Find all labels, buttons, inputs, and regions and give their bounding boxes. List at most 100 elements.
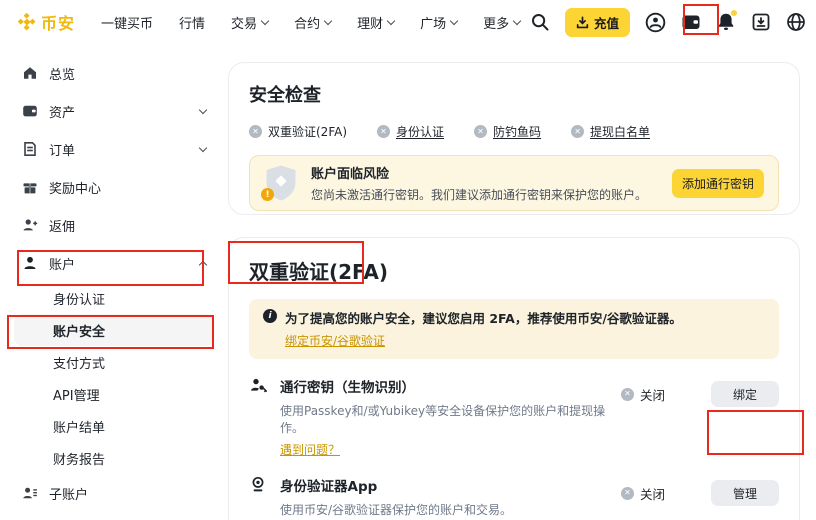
- security-check-item-antiphishing[interactable]: ✕ 防钓鱼码: [474, 123, 541, 140]
- sidebar-item-label: 奖励中心: [49, 178, 206, 197]
- home-icon: [22, 65, 38, 81]
- status-off-icon: ✕: [249, 125, 262, 138]
- authenticator-app-icon: [249, 476, 267, 494]
- sidebar-item-overview[interactable]: 总览: [0, 54, 228, 92]
- language-globe-icon[interactable]: [786, 12, 806, 32]
- chevron-down-icon: [199, 143, 207, 151]
- referral-person-plus-icon: [22, 217, 38, 233]
- warning-exclamation-icon: !: [261, 188, 274, 201]
- orders-icon: [22, 141, 38, 157]
- sidebar-item-assets[interactable]: 资产: [0, 92, 228, 130]
- main-content: 安全检查 ✕ 双重验证(2FA) ✕ 身份认证 ✕ 防钓鱼码 ✕ 提现白名单: [228, 44, 800, 520]
- row-text: 通行密钥（生物识别） 使用Passkey和/或Yubikey等安全设备保护您的账…: [280, 376, 621, 458]
- risk-warning-description: 您尚未激活通行密钥。我们建议添加通行密钥来保护您的账户。: [311, 186, 659, 203]
- menu-label: 一键买币: [101, 13, 153, 32]
- chevron-down-icon: [450, 16, 458, 24]
- sidebar-item-referral[interactable]: 返佣: [0, 206, 228, 244]
- menu-item-trade[interactable]: 交易: [231, 13, 268, 32]
- sidebar-subitem-identity-verification[interactable]: 身份认证: [14, 282, 214, 314]
- sidebar-subitem-account-statement[interactable]: 账户结单: [14, 410, 214, 442]
- sidebar-item-rewards-hub[interactable]: 奖励中心: [0, 168, 228, 206]
- passkey-icon: [249, 377, 267, 395]
- menu-label: 合约: [294, 13, 320, 32]
- row-text: 身份验证器App 使用币安/谷歌验证器保护您的账户和交易。: [280, 475, 621, 518]
- sidebar-subitem-label: 身份认证: [53, 289, 105, 308]
- download-app-icon[interactable]: [751, 12, 771, 32]
- chevron-down-icon: [261, 16, 269, 24]
- row-title: 身份验证器App: [280, 475, 621, 495]
- status-off-icon: ✕: [474, 125, 487, 138]
- main-menu: 一键买币 行情 交易 合约 理财 广场 更多: [101, 13, 520, 32]
- security-check-item-withdrawal-whitelist[interactable]: ✕ 提现白名单: [571, 123, 650, 140]
- assets-wallet-icon: [22, 103, 38, 119]
- menu-item-buy-crypto[interactable]: 一键买币: [101, 13, 153, 32]
- brand-name: 币安: [41, 10, 75, 34]
- chevron-up-icon: [199, 260, 207, 268]
- status-off-icon: ✕: [621, 487, 634, 500]
- bind-authenticator-link[interactable]: 绑定币安/谷歌验证: [285, 332, 385, 349]
- info-icon: i: [263, 309, 277, 323]
- menu-item-more[interactable]: 更多: [483, 13, 520, 32]
- security-check-item-2fa[interactable]: ✕ 双重验证(2FA): [249, 123, 347, 140]
- chevron-down-icon: [199, 105, 207, 113]
- menu-label: 交易: [231, 13, 257, 32]
- sidebar-item-label: 订单: [49, 140, 189, 159]
- security-check-label: 身份认证: [396, 123, 444, 140]
- sidebar-subitem-api-management[interactable]: API管理: [14, 378, 214, 410]
- sidebar-subitem-payment-methods[interactable]: 支付方式: [14, 346, 214, 378]
- search-icon[interactable]: [530, 12, 550, 32]
- manage-authenticator-button[interactable]: 管理: [711, 480, 779, 506]
- rewards-gift-icon: [22, 179, 38, 195]
- status-off: ✕ 关闭: [621, 484, 693, 503]
- menu-item-futures[interactable]: 合约: [294, 13, 331, 32]
- deposit-button[interactable]: 充值: [565, 8, 630, 37]
- row-description: 使用币安/谷歌验证器保护您的账户和交易。: [280, 501, 621, 518]
- sidebar-item-label: 总览: [49, 64, 206, 83]
- bind-passkey-button[interactable]: 绑定: [711, 381, 779, 407]
- sidebar-item-subaccounts[interactable]: 子账户: [0, 474, 228, 512]
- twofa-info-text: 为了提高您的账户安全，建议您启用 2FA，推荐使用币安/谷歌验证器。: [285, 308, 682, 327]
- binance-logo[interactable]: 币安: [18, 10, 75, 34]
- twofa-info-banner: i 为了提高您的账户安全，建议您启用 2FA，推荐使用币安/谷歌验证器。 绑定币…: [249, 299, 779, 359]
- sidebar: 总览 资产 订单 奖励中心 返佣: [0, 44, 228, 512]
- sidebar-subitem-label: 财务报告: [53, 449, 105, 468]
- row-right: ✕ 关闭 绑定: [621, 381, 779, 407]
- sidebar-subitem-account-security[interactable]: 账户安全: [14, 314, 214, 346]
- account-person-icon: [22, 255, 38, 271]
- menu-label: 理财: [357, 13, 383, 32]
- row-description: 使用Passkey和/或Yubikey等安全设备保护您的账户和提现操作。: [280, 402, 621, 436]
- risk-warning-banner: ! 账户面临风险 您尚未激活通行密钥。我们建议添加通行密钥来保护您的账户。 添加…: [249, 155, 779, 211]
- user-profile-icon[interactable]: [645, 12, 666, 33]
- deposit-label: 充值: [594, 13, 619, 32]
- navbar-actions: 充值: [530, 8, 806, 37]
- menu-label: 行情: [179, 13, 205, 32]
- security-check-label: 提现白名单: [590, 123, 650, 140]
- menu-label: 广场: [420, 13, 446, 32]
- row-title: 通行密钥（生物识别）: [280, 376, 621, 396]
- sidebar-item-account[interactable]: 账户: [0, 244, 228, 282]
- menu-item-square[interactable]: 广场: [420, 13, 457, 32]
- menu-item-markets[interactable]: 行情: [179, 13, 205, 32]
- security-check-label: 双重验证(2FA): [268, 123, 347, 140]
- notification-dot: [731, 10, 737, 16]
- subaccount-icon: [22, 485, 38, 501]
- notifications-bell-icon[interactable]: [716, 12, 736, 32]
- security-check-item-identity[interactable]: ✕ 身份认证: [377, 123, 444, 140]
- security-check-card: 安全检查 ✕ 双重验证(2FA) ✕ 身份认证 ✕ 防钓鱼码 ✕ 提现白名单: [228, 62, 800, 215]
- chevron-down-icon: [387, 16, 395, 24]
- sidebar-item-orders[interactable]: 订单: [0, 130, 228, 168]
- sidebar-item-label: 资产: [49, 102, 189, 121]
- add-passkey-button[interactable]: 添加通行密钥: [672, 169, 764, 198]
- top-navbar: 币安 一键买币 行情 交易 合约 理财 广场 更多 充: [0, 0, 816, 44]
- having-trouble-link[interactable]: 遇到问题？: [280, 441, 340, 458]
- sidebar-subitem-label: 账户结单: [53, 417, 105, 436]
- twofa-card: 双重验证(2FA) i 为了提高您的账户安全，建议您启用 2FA，推荐使用币安/…: [228, 237, 800, 520]
- wallet-icon[interactable]: [681, 12, 701, 32]
- twofa-title: 双重验证(2FA): [249, 256, 779, 285]
- chevron-down-icon: [513, 16, 521, 24]
- security-row-passkey: 通行密钥（生物识别） 使用Passkey和/或Yubikey等安全设备保护您的账…: [249, 376, 779, 458]
- sidebar-subitem-financial-reports[interactable]: 财务报告: [14, 442, 214, 474]
- sidebar-item-label: 子账户: [49, 484, 206, 503]
- menu-item-earn[interactable]: 理财: [357, 13, 394, 32]
- security-row-authenticator-app: 身份验证器App 使用币安/谷歌验证器保护您的账户和交易。 ✕ 关闭 管理: [249, 475, 779, 518]
